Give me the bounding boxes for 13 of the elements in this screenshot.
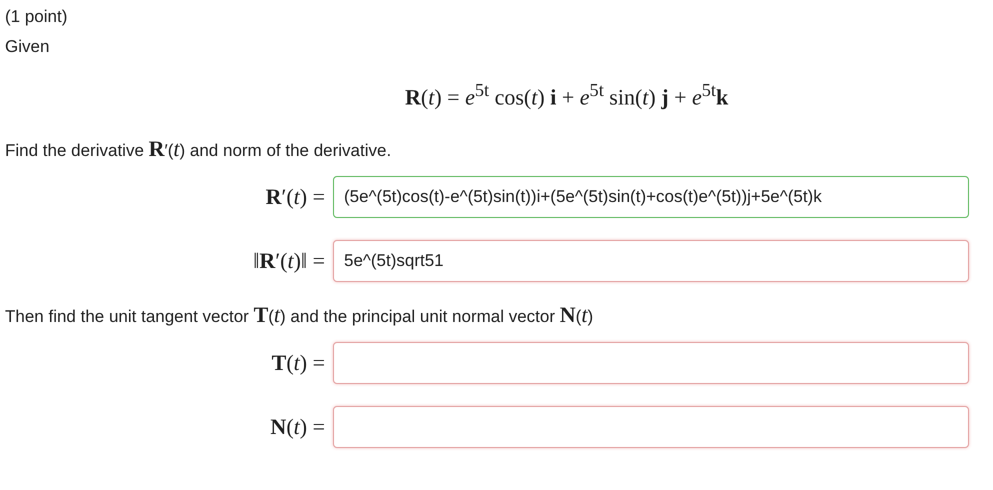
instruction-text: Find the derivative R′(t) and norm of the derivative. (5, 138, 392, 162)
points-label: (1 point) (5, 6, 68, 28)
answer-field[interactable] (333, 342, 969, 384)
answer-field[interactable] (333, 406, 969, 448)
answer-label: T(t) = (270, 350, 325, 376)
given-label: Given (5, 36, 50, 58)
answer-label: ‖R′(t)‖ = (252, 248, 325, 274)
answer-label: N(t) = (269, 414, 325, 440)
answer-label: R′(t) = (264, 184, 325, 210)
instruction-text: Then find the unit tangent vector T(t) and the principal unit normal vector N(t) (5, 304, 594, 328)
answer-field[interactable]: 5e^(5t)sqrt51 (333, 240, 969, 282)
answer-field[interactable]: (5e^(5t)cos(t)-e^(5t)sin(t))i+(5e^(5t)sin(t)+cos(t)e^(5t))j+5e^(5t)k (333, 176, 969, 218)
vector-equation: R(t) = e$^{5t}$ cos(t) i + e$^{5t}$ sin(t) j + e$^{5t}$k (405, 80, 728, 110)
